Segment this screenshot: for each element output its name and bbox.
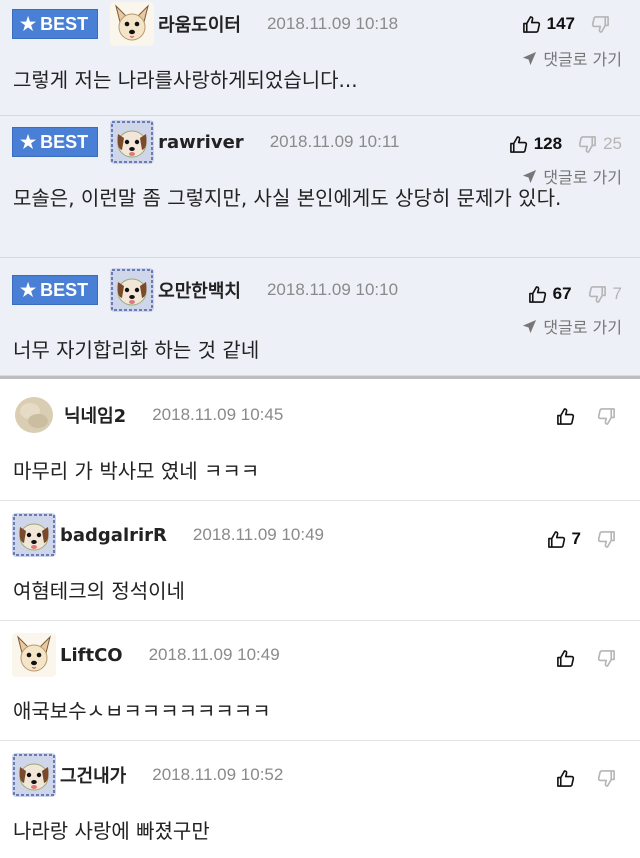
upvote-button[interactable]: [556, 649, 581, 668]
downvote-button[interactable]: 25: [578, 134, 622, 154]
star-icon: ★: [20, 279, 37, 300]
vote-group: [556, 649, 622, 668]
comment-text: 그렇게 저는 나라를사랑하게되었습니다...: [13, 68, 358, 92]
comment-text: 너무 자기합리화 하는 것 같네: [13, 338, 260, 362]
downvote-button[interactable]: 7: [588, 284, 622, 304]
thumbs-down-icon: [578, 135, 597, 154]
comment-text: 마무리 가 박사모 였네 ㅋㅋㅋ: [13, 459, 260, 483]
downvote-button[interactable]: [597, 530, 622, 549]
best-comment: ★ BEST 오만한백치 2018.11.09 10:10 67 7 댓글로 가기…: [0, 258, 640, 376]
upvote-button[interactable]: [556, 407, 581, 426]
comment: LiftCO 2018.11.09 10:49 애국보수ㅅㅂㅋㅋㅋㅋㅋㅋㅋㅋ: [0, 621, 640, 741]
best-badge: ★ BEST: [12, 275, 99, 305]
thumbs-up-icon: [556, 769, 575, 788]
timestamp: 2018.11.09 10:49: [148, 645, 280, 664]
nickname[interactable]: 오만한백치: [158, 277, 241, 303]
comment-header: ★ BEST 라움도이터 2018.11.09 10:18: [12, 0, 398, 52]
upvote-button[interactable]: 67: [528, 284, 572, 304]
downvote-button[interactable]: [597, 407, 622, 426]
comment-text: 나라랑 사랑에 빠졌구만: [13, 819, 210, 843]
thumbs-down-icon: [588, 285, 607, 304]
upvote-count: 67: [552, 284, 572, 303]
comment: 그건내가 2018.11.09 10:52 나라랑 사랑에 빠졌구만: [0, 741, 640, 858]
downvote-button[interactable]: [597, 649, 622, 668]
avatar[interactable]: [12, 633, 56, 677]
downvote-button[interactable]: [591, 15, 616, 34]
timestamp: 2018.11.09 10:11: [269, 132, 400, 151]
nickname[interactable]: 닉네임2: [64, 402, 126, 428]
downvote-count: 7: [612, 284, 622, 303]
comment-text: 여혐테크의 정석이네: [13, 579, 185, 603]
star-icon: ★: [20, 13, 37, 34]
arrow-icon: [522, 319, 537, 334]
thumbs-down-icon: [591, 15, 610, 34]
vote-group: 128 25: [509, 134, 622, 154]
best-badge: ★ BEST: [12, 9, 99, 39]
comment: badgalrirR 2018.11.09 10:49 7 여혐테크의 정석이네: [0, 501, 640, 621]
timestamp: 2018.11.09 10:10: [266, 280, 399, 299]
best-comment: ★ BEST rawriver 2018.11.09 10:11 128 25 댓…: [0, 116, 640, 258]
thumbs-up-icon: [522, 15, 541, 34]
comment: 닉네임2 2018.11.09 10:45 마무리 가 박사모 였네 ㅋㅋㅋ: [0, 379, 640, 501]
thumbs-down-icon: [597, 649, 616, 668]
avatar[interactable]: [12, 393, 56, 437]
thumbs-down-icon: [597, 530, 616, 549]
avatar[interactable]: [12, 513, 56, 557]
thumbs-up-icon: [556, 407, 575, 426]
vote-group: [556, 769, 622, 788]
nickname[interactable]: badgalrirR: [60, 525, 167, 546]
upvote-button[interactable]: 7: [547, 529, 581, 549]
thumbs-up-icon: [509, 135, 528, 154]
avatar[interactable]: [110, 2, 154, 46]
upvote-button[interactable]: [556, 769, 581, 788]
downvote-button[interactable]: [597, 769, 622, 788]
thumbs-up-icon: [556, 649, 575, 668]
timestamp: 2018.11.09 10:52: [152, 765, 284, 784]
upvote-count: 128: [533, 134, 563, 153]
thumbs-down-icon: [597, 769, 616, 788]
upvote-count: 147: [546, 14, 575, 33]
comment-text: 모솔은, 이런말 좀 그렇지만, 사실 본인에게도 상당히 문제가 있다.: [13, 186, 562, 210]
nickname[interactable]: LiftCO: [60, 645, 123, 666]
upvote-count: 7: [571, 529, 581, 548]
nickname[interactable]: rawriver: [158, 132, 244, 153]
nickname[interactable]: 라움도이터: [158, 11, 241, 37]
comment-header: 그건내가 2018.11.09 10:52: [12, 747, 283, 803]
avatar[interactable]: [110, 120, 154, 164]
avatar[interactable]: [12, 753, 56, 797]
vote-group: [556, 407, 622, 426]
timestamp: 2018.11.09 10:45: [152, 405, 284, 424]
vote-group: 7: [547, 529, 622, 549]
comment-header: 닉네임2 2018.11.09 10:45: [12, 387, 283, 443]
comment-header: badgalrirR 2018.11.09 10:49: [12, 507, 324, 563]
vote-group: 67 7: [528, 284, 622, 304]
thumbs-down-icon: [597, 407, 616, 426]
nickname[interactable]: 그건내가: [60, 762, 126, 788]
upvote-button[interactable]: 147: [522, 14, 575, 34]
best-comment: ★ BEST 라움도이터 2018.11.09 10:18 147 댓글로 가기 …: [0, 0, 640, 116]
star-icon: ★: [20, 131, 37, 152]
comment-header: ★ BEST rawriver 2018.11.09 10:11: [12, 114, 400, 170]
timestamp: 2018.11.09 10:49: [192, 525, 324, 544]
thumbs-up-icon: [528, 285, 547, 304]
thumbs-up-icon: [547, 530, 566, 549]
vote-group: 147: [522, 14, 622, 34]
comment-text: 애국보수ㅅㅂㅋㅋㅋㅋㅋㅋㅋㅋ: [13, 699, 271, 723]
downvote-count: 25: [603, 134, 622, 153]
timestamp: 2018.11.09 10:18: [266, 14, 399, 33]
best-badge: ★ BEST: [12, 127, 99, 157]
avatar[interactable]: [110, 268, 154, 312]
comment-header: ★ BEST 오만한백치 2018.11.09 10:10: [12, 262, 398, 318]
upvote-button[interactable]: 128: [509, 134, 562, 154]
comment-header: LiftCO 2018.11.09 10:49: [12, 627, 280, 683]
